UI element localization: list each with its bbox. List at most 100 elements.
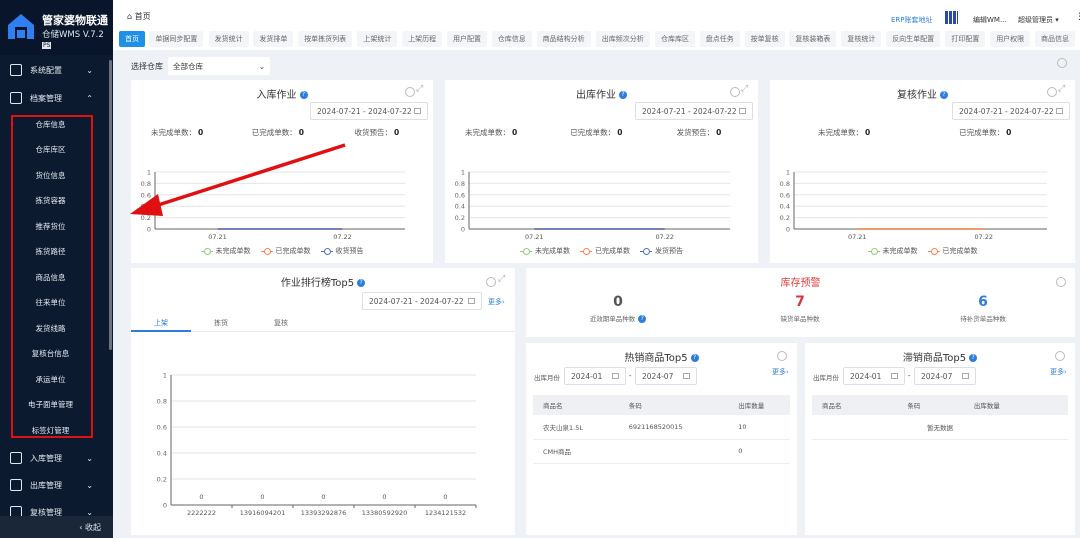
tab-review[interactable]: 复核 <box>251 314 311 332</box>
refresh-icon[interactable] <box>730 87 740 97</box>
y-tick-label: 1 <box>147 169 151 177</box>
sidebar-menu-1[interactable]: 档案管理 ⌃ <box>0 85 113 111</box>
column-header[interactable]: 出库数量 <box>963 395 1068 415</box>
bar-data-label: 0 <box>382 493 386 501</box>
inbound-panel: 入库作业? ⤢ 2024-07-21 - 2024-07-22 未完成单数： 0 已… <box>131 80 433 263</box>
refresh-icon[interactable] <box>405 87 415 97</box>
tab-shelving[interactable]: 上架 <box>131 314 191 332</box>
column-header[interactable]: 商品名 <box>812 395 898 415</box>
app-version: 仓储WMS V.7.2 PS <box>42 28 113 50</box>
stock-stat-value: 0 <box>613 294 623 310</box>
sidebar-scrollbar[interactable] <box>109 60 112 350</box>
legend-marker-icon <box>867 248 880 255</box>
legend-item[interactable]: 已完成单数 <box>260 246 311 256</box>
y-tick-label: 0.6 <box>780 191 790 199</box>
refresh-all-icon[interactable] <box>1057 58 1067 68</box>
ranking-more-link[interactable]: 更多› <box>488 297 505 307</box>
tab-11[interactable]: 仓库库区 <box>655 31 695 47</box>
chevron-icon: ⌄ <box>86 65 93 75</box>
legend-item[interactable]: 未完成单数 <box>520 246 570 256</box>
breadcrumb[interactable]: ⌂ 首页 <box>127 11 151 22</box>
legend-item[interactable]: 已完成单数 <box>927 246 978 256</box>
stat-label: 未完成单数： <box>818 128 863 137</box>
column-header[interactable]: 条码 <box>897 395 964 415</box>
tab-4[interactable]: 按单拣货列表 <box>298 31 353 47</box>
refresh-icon[interactable] <box>1056 277 1066 287</box>
refresh-icon[interactable] <box>1055 351 1065 361</box>
qr-code-icon[interactable] <box>945 11 958 24</box>
stock-stat-0[interactable]: 0 近效期单品种数? <box>558 294 678 323</box>
tab-7[interactable]: 用户配置 <box>447 31 487 47</box>
column-header[interactable]: 出库数量 <box>728 395 790 415</box>
help-icon[interactable]: ? <box>969 354 978 362</box>
tab-5[interactable]: 上架统计 <box>357 31 398 47</box>
month-to[interactable]: 2024-07 <box>635 367 697 385</box>
help-icon[interactable]: ? <box>299 91 308 99</box>
tab-16[interactable]: 反向生单配置 <box>886 31 941 47</box>
stock-stat-2[interactable]: 6 待补货单品种数 <box>923 294 1043 323</box>
calendar-icon <box>1056 108 1063 114</box>
expand-icon[interactable]: ⤢ <box>741 84 748 94</box>
tab-15[interactable]: 复核统计 <box>841 31 882 47</box>
tab-14[interactable]: 复核装箱表 <box>789 31 837 47</box>
sidebar-menu-bottom-1[interactable]: 出库管理 ⌄ <box>0 472 113 498</box>
tab-12[interactable]: 盘点任务 <box>699 31 740 47</box>
stock-stat-label-text: 待补货单品种数 <box>960 315 1006 323</box>
refresh-icon[interactable] <box>486 277 496 287</box>
sidebar-menu-0[interactable]: 系统配置 ⌄ <box>0 57 113 83</box>
help-icon[interactable]: ? <box>940 91 948 99</box>
help-icon[interactable]: ? <box>619 91 627 99</box>
title-text: 出库作业 <box>576 90 616 101</box>
inbound-date-range[interactable]: 2024-07-21 - 2024-07-22 <box>310 102 428 120</box>
help-icon[interactable]: ? <box>690 354 699 362</box>
refresh-icon[interactable] <box>777 351 787 361</box>
menu-icon <box>10 452 22 464</box>
legend-item[interactable]: 收货预告 <box>320 246 364 256</box>
column-header[interactable]: 商品名 <box>533 395 619 415</box>
table-row[interactable]: 农夫山泉1.5L 6921168520015 10 <box>533 415 790 440</box>
warehouse-select[interactable]: 全部仓库 ⌄ <box>168 57 270 75</box>
account-name[interactable]: 编辑WM... <box>973 15 1007 25</box>
y-tick-label: 0.2 <box>780 214 790 222</box>
tab-19[interactable]: 商品信息 <box>1035 31 1075 47</box>
ranking-date-range[interactable]: 2024-07-21 - 2024-07-22 <box>362 292 482 310</box>
tab-17[interactable]: 打印配置 <box>945 31 986 47</box>
more-link[interactable]: 更多› <box>772 367 789 377</box>
refresh-icon[interactable] <box>1047 87 1057 97</box>
outbound-date-range[interactable]: 2024-07-21 - 2024-07-22 <box>635 102 753 120</box>
expand-icon[interactable]: ⤢ <box>416 84 423 94</box>
sidebar-menu-bottom-0[interactable]: 入库管理 ⌄ <box>0 445 113 471</box>
tab-6[interactable]: 上架历程 <box>402 31 443 47</box>
stat-label: 未完成单数： <box>465 128 510 137</box>
collapse-sidebar-button[interactable]: ‹ 收起 <box>0 516 113 538</box>
table-row[interactable]: CMH商品 0 <box>533 439 790 464</box>
legend-item[interactable]: 未完成单数 <box>867 246 918 256</box>
more-vertical-icon[interactable]: ⋮ <box>1075 12 1080 22</box>
column-header[interactable]: 条码 <box>618 395 729 415</box>
month-from[interactable]: 2024-01 <box>564 367 626 385</box>
erp-link[interactable]: ERP账套地址 <box>891 15 933 25</box>
tab-13[interactable]: 按单复核 <box>744 31 785 47</box>
expand-icon[interactable]: ⤢ <box>498 274 505 284</box>
month-to[interactable]: 2024-07 <box>914 367 976 385</box>
tab-18[interactable]: 用户权限 <box>990 31 1031 47</box>
tab-picking[interactable]: 拣货 <box>191 314 251 332</box>
tab-9[interactable]: 商品结构分析 <box>536 31 591 47</box>
legend-item[interactable]: 发货预告 <box>640 246 683 256</box>
tab-10[interactable]: 出库频次分析 <box>595 31 650 47</box>
user-menu[interactable]: 超级管理员 ▾ <box>1018 15 1059 25</box>
tab-3[interactable]: 发货排单 <box>253 31 294 47</box>
tab-2[interactable]: 发货统计 <box>208 31 249 47</box>
legend-item[interactable]: 已完成单数 <box>580 246 630 256</box>
tab-0[interactable]: 首页 <box>119 31 145 47</box>
more-link[interactable]: 更多› <box>1050 367 1067 377</box>
expand-icon[interactable]: ⤢ <box>1058 84 1065 94</box>
tab-1[interactable]: 单据同步配置 <box>149 31 204 47</box>
tab-8[interactable]: 仓库信息 <box>491 31 532 47</box>
month-from[interactable]: 2024-01 <box>843 367 905 385</box>
stock-stat-1[interactable]: 7 缺货单品种数 <box>740 294 860 323</box>
help-icon[interactable]: ? <box>638 315 647 323</box>
help-icon[interactable]: ? <box>357 279 366 287</box>
legend-item[interactable]: 未完成单数 <box>200 246 251 256</box>
review-date-range[interactable]: 2024-07-21 - 2024-07-22 <box>952 102 1070 120</box>
